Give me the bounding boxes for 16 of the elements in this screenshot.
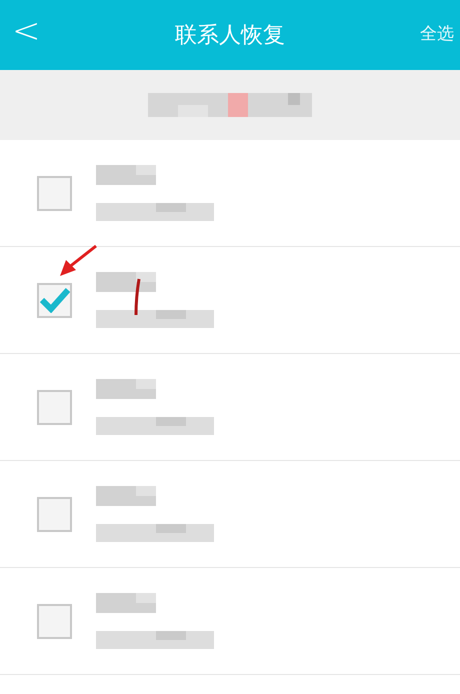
checkbox[interactable]: [37, 282, 72, 318]
blurred-name-drawing: [96, 486, 156, 506]
blurred-name-drawing: [96, 165, 156, 185]
checkbox[interactable]: [37, 176, 72, 210]
screen-title: 联系人恢复: [175, 22, 285, 50]
blurred-name-drawing: [96, 593, 156, 613]
checkbox[interactable]: [37, 496, 72, 532]
checkbox[interactable]: [37, 604, 72, 638]
checkmark-icon: [40, 287, 70, 313]
annotation-mark: [133, 277, 141, 317]
blurred-name-drawing: [96, 272, 156, 292]
checkbox[interactable]: [37, 390, 72, 424]
blurred-name-drawing: [96, 379, 156, 399]
back-button[interactable]: <: [12, 14, 40, 48]
select-all-button[interactable]: 全选: [420, 22, 454, 48]
annotation-arrow: [58, 244, 98, 278]
